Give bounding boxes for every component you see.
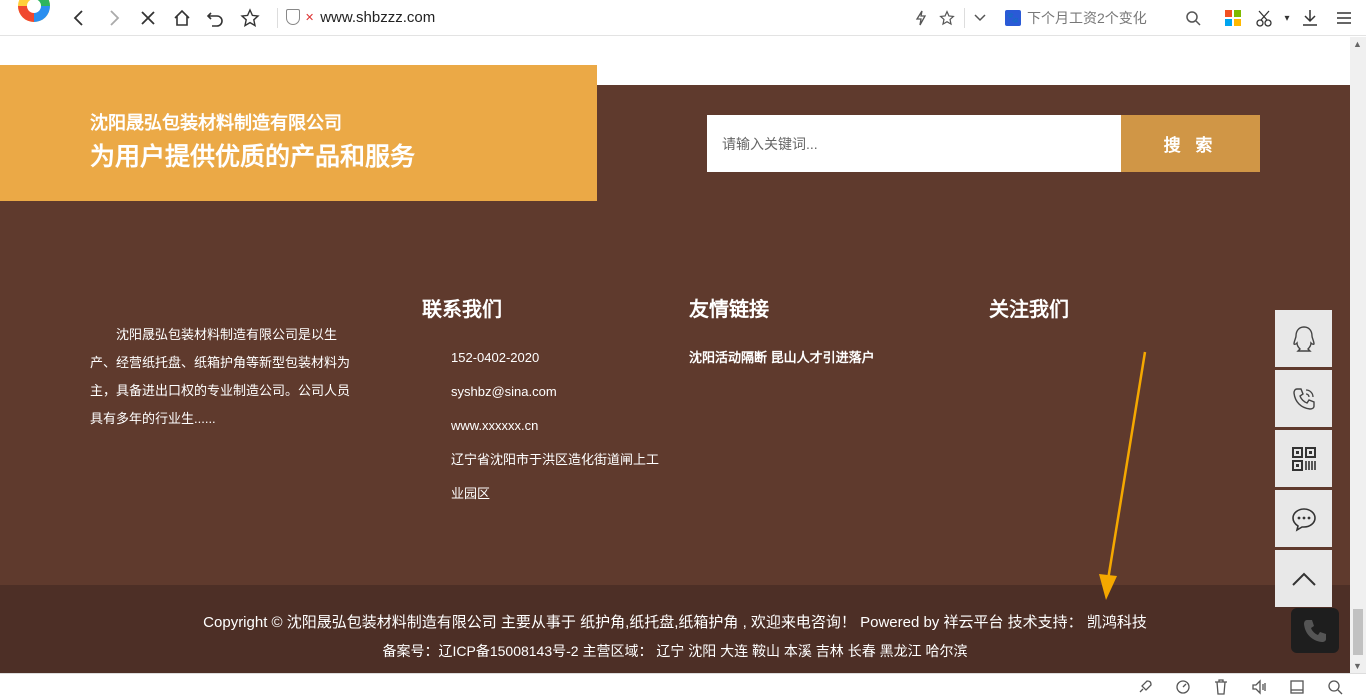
security-shield-icon — [286, 9, 300, 25]
contact-list: 152-0402-2020 syshbz@sina.com www.xxxxxx… — [451, 341, 661, 511]
back-icon[interactable] — [68, 7, 90, 29]
chevron-up-icon — [1291, 572, 1316, 586]
follow-title: 关注我们 — [989, 299, 1069, 321]
phone-button[interactable] — [1275, 370, 1332, 427]
news-ticker[interactable]: 🐾 下个月工资2个变化 — [1005, 8, 1147, 28]
chat-bubble-icon — [1291, 507, 1316, 532]
icp-text: 备案号：辽ICP备15008143号-2 主营区域： 辽宁 沈阳 大连 鞍山 本… — [382, 643, 968, 659]
menu-icon[interactable] — [1333, 7, 1355, 29]
friend-link[interactable]: 昆山人才引进落户 — [771, 350, 875, 365]
apps-grid-icon[interactable] — [1222, 7, 1244, 29]
scroll-down-icon[interactable]: ▼ — [1353, 661, 1362, 671]
rocket-icon[interactable] — [1136, 678, 1154, 696]
baidu-paw-icon: 🐾 — [1005, 10, 1021, 26]
contact-address: 辽宁省沈阳市于洪区造化街道闸上工业园区 — [451, 452, 660, 501]
status-bar — [0, 673, 1366, 699]
url-text: www.shbzzz.com — [320, 8, 436, 26]
window-icon[interactable] — [1288, 678, 1306, 696]
favorite-star-icon[interactable] — [239, 7, 261, 29]
scrollbar[interactable]: ▲ ▼ — [1350, 37, 1366, 673]
volume-icon[interactable] — [1250, 678, 1268, 696]
float-call-button[interactable] — [1291, 608, 1339, 653]
message-button[interactable] — [1275, 490, 1332, 547]
browser-logo-icon — [18, 0, 50, 22]
slogan: 为用户提供优质的产品和服务 — [90, 143, 416, 171]
copyright-text: Copyright © 沈阳晟弘包装材料制造有限公司 主要从事于 纸护角,纸托盘… — [203, 614, 1147, 631]
qq-icon — [1292, 325, 1315, 352]
annotation-arrow-icon — [1099, 351, 1147, 600]
qrcode-icon — [1291, 446, 1316, 471]
qrcode-button[interactable] — [1275, 430, 1332, 487]
news-text: 下个月工资2个变化 — [1027, 10, 1147, 26]
browser-toolbar: ✕ www.shbzzz.com 🐾 下个月工资2个变化 ▾ — [0, 0, 1366, 36]
back-to-top-button[interactable] — [1275, 550, 1332, 607]
friend-link[interactable]: 沈阳活动隔断 — [689, 350, 767, 365]
dropdown-arrow-icon[interactable]: ▾ — [1276, 7, 1298, 29]
links-title: 友情链接 — [689, 299, 769, 321]
friend-links: 沈阳活动隔断 昆山人才引进落户 — [689, 347, 875, 366]
forward-icon[interactable] — [103, 7, 125, 29]
search-icon[interactable] — [1182, 7, 1204, 29]
about-text: 沈阳晟弘包装材料制造有限公司是以生产、经营纸托盘、纸箱护角等新型包装材料为主，具… — [90, 327, 351, 426]
refresh-speed-icon[interactable] — [1174, 678, 1192, 696]
insecure-icon: ✕ — [305, 11, 315, 24]
phone-icon — [1292, 387, 1315, 410]
address-bar[interactable]: ✕ www.shbzzz.com — [286, 5, 435, 29]
handset-icon — [1304, 619, 1326, 642]
download-icon[interactable] — [1299, 7, 1321, 29]
hero-banner: 沈阳晟弘包装材料制造有限公司 为用户提供优质的产品和服务 — [0, 65, 597, 201]
contact-website[interactable]: www.xxxxxx.cn — [451, 409, 661, 443]
contact-email[interactable]: syshbz@sina.com — [451, 375, 661, 409]
chevron-down-icon[interactable] — [969, 7, 991, 29]
search-button[interactable]: 搜 索 — [1121, 115, 1260, 172]
zoom-icon[interactable] — [1326, 678, 1344, 696]
company-name: 沈阳晟弘包装材料制造有限公司 — [90, 113, 342, 133]
bookmark-star-icon[interactable] — [936, 7, 958, 29]
contact-phone: 152-0402-2020 — [451, 350, 540, 365]
undo-icon[interactable] — [204, 7, 226, 29]
scroll-up-icon[interactable]: ▲ — [1353, 39, 1362, 49]
scroll-thumb[interactable] — [1353, 609, 1363, 655]
trash-icon[interactable] — [1212, 678, 1230, 696]
contact-title: 联系我们 — [422, 299, 502, 321]
stop-icon[interactable] — [137, 7, 159, 29]
lightning-icon[interactable] — [910, 7, 932, 29]
home-icon[interactable] — [171, 7, 193, 29]
qq-button[interactable] — [1275, 310, 1332, 367]
scissors-icon[interactable] — [1254, 7, 1276, 29]
search-input[interactable]: 请输入关键词... — [707, 115, 1121, 172]
